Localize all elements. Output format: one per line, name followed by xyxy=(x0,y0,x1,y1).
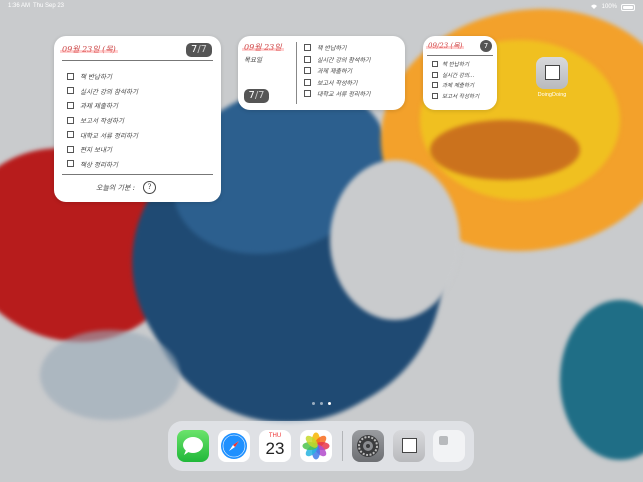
app-doingdoing[interactable]: DoingDoing xyxy=(535,57,569,98)
doingdoing-app-icon xyxy=(536,57,568,89)
widget-date: 09/23 (목) xyxy=(425,42,465,50)
checkbox-icon[interactable] xyxy=(304,90,311,98)
calendar-day: 23 xyxy=(265,439,285,458)
task-item[interactable]: 책 반납하기 xyxy=(432,59,494,70)
task-list: 책 반납하기 실시간 강의 참석하기 과제 제출하기 보고서 작성하기 대학교 … xyxy=(67,69,207,171)
checkbox-icon[interactable] xyxy=(304,55,311,63)
widget-date: 09월 23일 xyxy=(242,43,284,52)
checkbox-icon[interactable] xyxy=(432,82,438,89)
app-library-icon[interactable] xyxy=(433,430,465,462)
task-item[interactable]: 과제 제출하기 xyxy=(432,80,494,91)
widget-weekday: 목요일 xyxy=(244,56,262,64)
battery-percent: 100% xyxy=(601,4,617,10)
checkbox-icon[interactable] xyxy=(304,44,311,52)
checkbox-icon[interactable] xyxy=(432,71,438,78)
checkbox-icon[interactable] xyxy=(304,67,311,75)
divider xyxy=(62,60,213,61)
task-item[interactable]: 대학교 서류 정리하기 xyxy=(67,127,207,142)
doingdoing-widget-medium[interactable]: 09월 23일 목요일 7/7 책 반납하기 실시간 강의 참석하기 과제 제출… xyxy=(238,36,405,110)
checkbox-icon[interactable] xyxy=(67,101,74,109)
divider xyxy=(427,55,493,56)
checkbox-icon[interactable] xyxy=(67,116,74,124)
checkbox-icon[interactable] xyxy=(432,92,438,99)
status-time: 1:36 AM xyxy=(8,3,31,9)
divider xyxy=(296,42,297,104)
widget-date: 09월 23일 (목) xyxy=(60,45,118,54)
photos-app-icon[interactable] xyxy=(300,430,332,462)
task-item[interactable]: 편지 보내기 xyxy=(67,142,207,157)
doingdoing-widget-small[interactable]: 09/23 (목) 7 책 반납하기 실시간 강의... 과제 제출하기 보고서… xyxy=(423,36,497,110)
dock: THU 23 xyxy=(168,421,474,471)
task-item[interactable]: 실시간 강의... xyxy=(432,70,494,81)
safari-app-icon[interactable] xyxy=(218,430,250,462)
battery-icon xyxy=(621,3,635,11)
status-bar: 1:36 AM Thu Sep 23 100% xyxy=(0,0,643,14)
task-list: 책 반납하기 실시간 강의... 과제 제출하기 보고서 작성하기 xyxy=(432,59,494,101)
divider xyxy=(62,174,213,175)
settings-app-icon[interactable] xyxy=(352,430,384,462)
checkbox-icon[interactable] xyxy=(67,145,74,153)
page-dot[interactable] xyxy=(312,402,315,405)
page-dot-active[interactable] xyxy=(328,402,331,405)
completion-badge: 7/7 xyxy=(244,89,269,103)
checkbox-icon[interactable] xyxy=(67,160,74,168)
task-item[interactable]: 과제 제출하기 xyxy=(304,65,402,77)
task-item[interactable]: 책 반납하기 xyxy=(67,69,207,84)
dock-separator xyxy=(342,431,343,461)
task-item[interactable]: 실시간 강의 참석하기 xyxy=(67,84,207,99)
status-right: 100% xyxy=(590,3,635,11)
checkbox-icon[interactable] xyxy=(67,72,74,80)
task-item[interactable]: 대학교 서류 정리하기 xyxy=(304,88,402,100)
completion-badge: 7 xyxy=(480,40,492,52)
wifi-icon xyxy=(590,3,598,11)
mood-label: 오늘의 기분 : xyxy=(96,183,136,192)
doingdoing-app-icon[interactable] xyxy=(393,430,425,462)
checkbox-icon[interactable] xyxy=(67,87,74,95)
page-dot[interactable] xyxy=(320,402,323,405)
task-list: 책 반납하기 실시간 강의 참석하기 과제 제출하기 보고서 작성하기 대학교 … xyxy=(304,42,402,100)
task-item[interactable]: 보고서 작성하기 xyxy=(67,113,207,128)
doingdoing-widget-large[interactable]: 09월 23일 (목) 7/7 책 반납하기 실시간 강의 참석하기 과제 제출… xyxy=(54,36,221,202)
mood-row: 오늘의 기분 : ? xyxy=(96,181,157,194)
calendar-app-icon[interactable]: THU 23 xyxy=(259,430,291,462)
checkbox-icon[interactable] xyxy=(432,61,438,68)
completion-badge: 7/7 xyxy=(186,43,212,57)
checkbox-icon[interactable] xyxy=(67,131,74,139)
task-item[interactable]: 보고서 작성하기 xyxy=(432,91,494,102)
task-item[interactable]: 실시간 강의 참석하기 xyxy=(304,54,402,66)
status-date: Thu Sep 23 xyxy=(33,3,65,9)
task-item[interactable]: 보고서 작성하기 xyxy=(304,77,402,89)
task-item[interactable]: 과제 제출하기 xyxy=(67,98,207,113)
task-item[interactable]: 책 반납하기 xyxy=(304,42,402,54)
mood-value[interactable]: ? xyxy=(143,181,157,194)
app-label: DoingDoing xyxy=(537,92,567,98)
messages-app-icon[interactable] xyxy=(177,430,209,462)
checkbox-icon[interactable] xyxy=(304,78,311,86)
task-item[interactable]: 책상 정리하기 xyxy=(67,157,207,172)
